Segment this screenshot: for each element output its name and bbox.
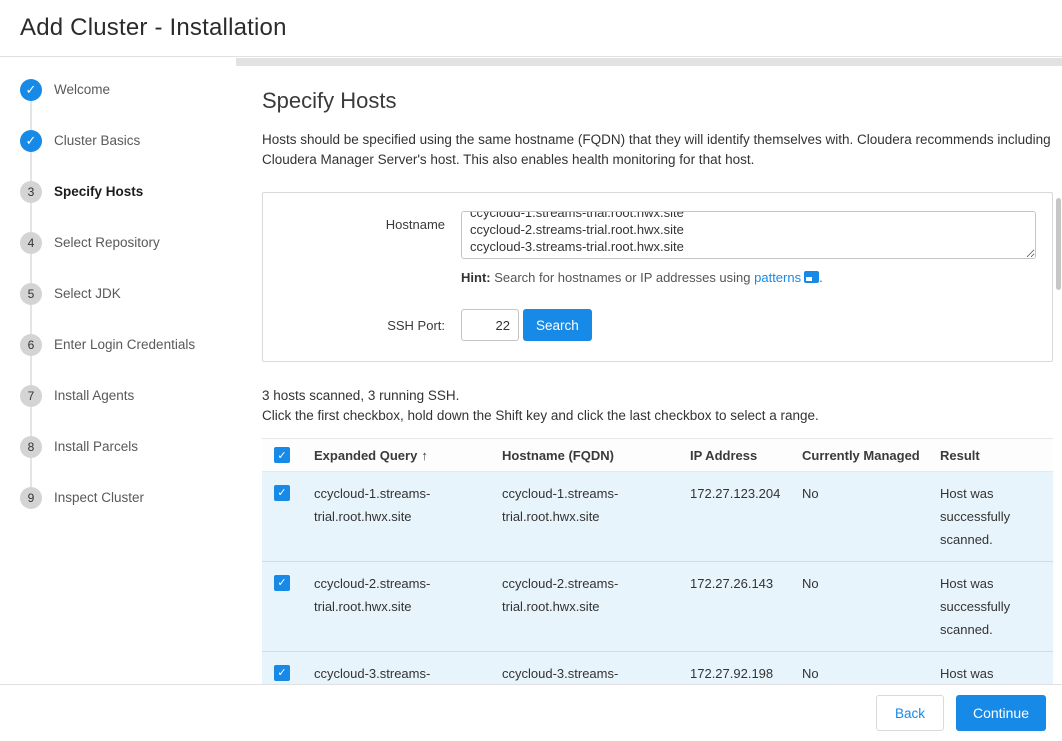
step-number: 4 <box>20 232 42 254</box>
expanded-query-cell: ccycloud-2.streams-trial.root.hwx.site <box>304 562 492 651</box>
sidebar-step-install-parcels: 8 Install Parcels <box>20 421 236 472</box>
scan-instruction: Click the first checkbox, hold down the … <box>262 406 1053 426</box>
step-label: Cluster Basics <box>54 133 140 148</box>
step-label: Install Parcels <box>54 439 138 454</box>
table-row: ✓ ccycloud-1.streams-trial.root.hwx.site… <box>262 472 1053 562</box>
vertical-scrollbar[interactable] <box>1056 198 1061 290</box>
sidebar-step-welcome: ✓ Welcome <box>20 64 236 115</box>
sort-ascending-icon: ↑ <box>421 448 428 463</box>
column-header-result[interactable]: Result <box>930 448 1053 463</box>
column-header-hostname[interactable]: Hostname (FQDN) <box>492 448 680 463</box>
step-label: Install Agents <box>54 388 134 403</box>
patterns-popup-icon <box>804 271 819 283</box>
row-checkbox[interactable]: ✓ <box>274 575 290 591</box>
content-top-divider <box>236 58 1062 66</box>
ssh-port-input[interactable] <box>461 309 519 341</box>
step-number: 3 <box>20 181 42 203</box>
wizard-footer: Back Continue <box>0 684 1062 741</box>
step-complete-icon: ✓ <box>20 79 42 101</box>
sidebar-step-install-agents: 7 Install Agents <box>20 370 236 421</box>
sidebar-step-select-jdk: 5 Select JDK <box>20 268 236 319</box>
sidebar-step-specify-hosts: 3 Specify Hosts <box>20 166 236 217</box>
hostname-cell: ccycloud-1.streams-trial.root.hwx.site <box>492 472 680 561</box>
step-complete-icon: ✓ <box>20 130 42 152</box>
column-header-ip-address[interactable]: IP Address <box>680 448 792 463</box>
app-header: Add Cluster - Installation <box>0 0 1062 57</box>
step-label: Inspect Cluster <box>54 490 144 505</box>
scan-summary: 3 hosts scanned, 3 running SSH. <box>262 386 1053 406</box>
column-header-currently-managed[interactable]: Currently Managed <box>792 448 930 463</box>
main-content: Specify Hosts Hosts should be specified … <box>236 58 1062 741</box>
ip-address-cell: 172.27.26.143 <box>680 562 792 651</box>
currently-managed-cell: No <box>792 562 930 651</box>
sidebar-step-inspect-cluster: 9 Inspect Cluster <box>20 472 236 523</box>
patterns-link[interactable]: patterns <box>754 270 801 285</box>
hostname-hint: Hint: Search for hostnames or IP address… <box>461 270 1036 285</box>
back-button[interactable]: Back <box>876 695 944 731</box>
host-form: Hostname ccycloud-1.streams-trial.root.h… <box>262 192 1053 362</box>
search-button[interactable]: Search <box>523 309 592 341</box>
result-cell: Host was successfully scanned. <box>930 562 1053 651</box>
sidebar-step-select-repository: 4 Select Repository <box>20 217 236 268</box>
ip-address-cell: 172.27.123.204 <box>680 472 792 561</box>
row-checkbox[interactable]: ✓ <box>274 485 290 501</box>
step-label: Welcome <box>54 82 110 97</box>
section-title: Specify Hosts <box>262 88 1053 114</box>
hostname-input[interactable]: ccycloud-1.streams-trial.root.hwx.site c… <box>461 211 1036 259</box>
select-all-checkbox[interactable]: ✓ <box>274 447 290 463</box>
sidebar-step-cluster-basics: ✓ Cluster Basics <box>20 115 236 166</box>
step-label: Enter Login Credentials <box>54 337 195 352</box>
column-header-expanded-query[interactable]: Expanded Query↑ <box>304 448 492 463</box>
hostname-label: Hostname <box>279 211 461 303</box>
wizard-sidebar: ✓ Welcome ✓ Cluster Basics 3 Specify Hos… <box>0 58 236 741</box>
sidebar-step-enter-login-credentials: 6 Enter Login Credentials <box>20 319 236 370</box>
step-number: 9 <box>20 487 42 509</box>
page-title: Add Cluster - Installation <box>20 14 287 42</box>
table-row: ✓ ccycloud-2.streams-trial.root.hwx.site… <box>262 562 1053 652</box>
step-label: Specify Hosts <box>54 184 143 199</box>
step-number: 6 <box>20 334 42 356</box>
step-number: 5 <box>20 283 42 305</box>
hostname-cell: ccycloud-2.streams-trial.root.hwx.site <box>492 562 680 651</box>
step-label: Select Repository <box>54 235 160 250</box>
hosts-table-header: ✓ Expanded Query↑ Hostname (FQDN) IP Add… <box>262 438 1053 472</box>
intro-text: Hosts should be specified using the same… <box>262 130 1053 170</box>
step-number: 8 <box>20 436 42 458</box>
wizard-steps: ✓ Welcome ✓ Cluster Basics 3 Specify Hos… <box>0 58 236 523</box>
continue-button[interactable]: Continue <box>956 695 1046 731</box>
step-number: 7 <box>20 385 42 407</box>
expanded-query-cell: ccycloud-1.streams-trial.root.hwx.site <box>304 472 492 561</box>
ssh-port-label: SSH Port: <box>279 309 461 341</box>
result-cell: Host was successfully scanned. <box>930 472 1053 561</box>
step-label: Select JDK <box>54 286 121 301</box>
row-checkbox[interactable]: ✓ <box>274 665 290 681</box>
currently-managed-cell: No <box>792 472 930 561</box>
